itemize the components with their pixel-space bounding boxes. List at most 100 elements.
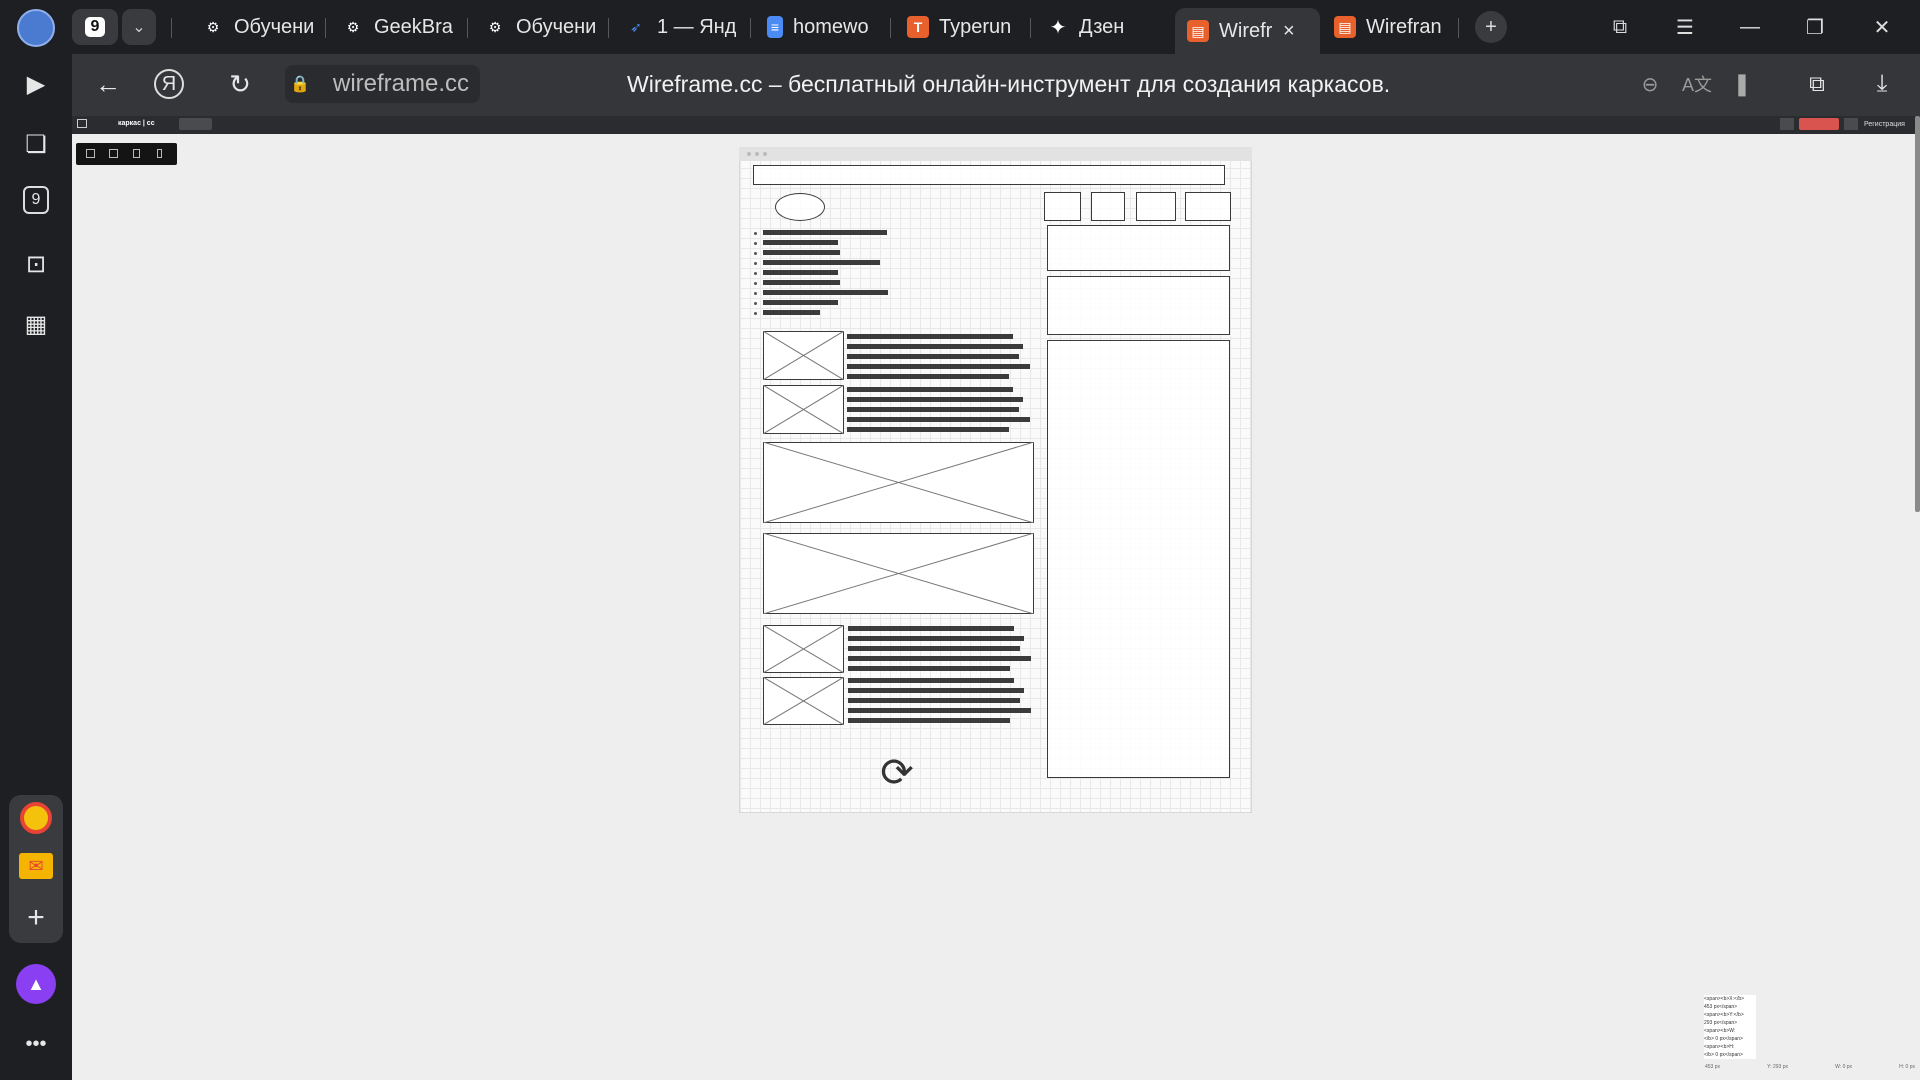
wf-sidebar-box-tall[interactable]	[1047, 340, 1230, 778]
tab-label: Wirefr	[1219, 19, 1273, 42]
collections-icon[interactable]: ❏	[18, 126, 54, 162]
close-window-icon[interactable]: ✕	[1862, 10, 1902, 44]
tab-2[interactable]: ⚙ GeekBra	[330, 8, 460, 46]
tab-label: 1 — Янд	[657, 15, 737, 38]
info-line: 293 px</span>	[1704, 1020, 1738, 1026]
info-line: <span><b>H:	[1704, 1044, 1735, 1050]
tab-label: homewo	[793, 15, 869, 38]
tab-label: GeekBra	[374, 15, 453, 38]
chevron-down-icon[interactable]: ⌄	[122, 9, 156, 45]
status-w: W: 0 px	[1835, 1064, 1853, 1070]
info-line: <span><b>X:</b>	[1704, 996, 1745, 1002]
tab-4[interactable]: ➶ 1 — Янд	[613, 8, 743, 46]
tab-count: 9	[84, 17, 106, 37]
wf-sidebar-box[interactable]	[1047, 225, 1230, 271]
yandex-feather-icon: ➶	[630, 18, 642, 35]
tab-label: Обучени	[234, 15, 315, 38]
alice-icon[interactable]: ▲	[16, 964, 56, 1004]
tab-3[interactable]: ⚙ Обучени	[472, 8, 602, 46]
wf-text-block[interactable]	[847, 387, 1032, 437]
mail-icon[interactable]: ✉	[19, 853, 53, 879]
wf-nav-box[interactable]	[1185, 192, 1231, 221]
wf-sidebar-box[interactable]	[1047, 276, 1230, 335]
status-x: 453 px	[1705, 1064, 1721, 1070]
status-y: Y: 293 px	[1767, 1064, 1789, 1070]
wf-bullet-list[interactable]	[754, 229, 894, 319]
info-line: </b> 0 px</span>	[1704, 1036, 1743, 1042]
tablet-icon[interactable]	[133, 149, 140, 158]
info-line: 453 px</span>	[1704, 1004, 1738, 1010]
new-tab-icon[interactable]: +	[1475, 11, 1507, 43]
wf-image-placeholder[interactable]	[763, 331, 844, 380]
reader-icon[interactable]: ⧉	[1797, 64, 1837, 104]
typerun-icon: T	[907, 16, 929, 38]
wf-image-placeholder[interactable]	[763, 625, 844, 673]
tab-label: Дзен	[1079, 15, 1125, 38]
phone-icon[interactable]	[157, 149, 162, 158]
openai-icon: ⚙	[206, 18, 220, 35]
media-player-icon[interactable]: ▶	[18, 66, 54, 102]
wireframe-icon: ▤	[1187, 20, 1209, 42]
screenshot-icon[interactable]: ⊡	[18, 246, 54, 282]
bookmark-icon[interactable]: ❚	[1722, 64, 1762, 104]
resize-icon[interactable]	[86, 149, 95, 158]
scrollbar[interactable]	[1915, 116, 1920, 512]
collections-icon[interactable]: ⧉	[1600, 10, 1640, 44]
info-line: <span><b>W:	[1704, 1028, 1736, 1034]
apps-grid-icon[interactable]: ▦	[18, 306, 54, 342]
translate-icon[interactable]: A文	[1677, 64, 1717, 104]
tab-1[interactable]: ⚙ Обучени	[190, 8, 320, 46]
yandex-icon[interactable]: Я	[154, 69, 184, 99]
lock-icon[interactable]: 🔒	[290, 74, 310, 94]
wf-text-block[interactable]	[848, 626, 1033, 676]
tab-8-active[interactable]: ▤ Wirefr ×	[1175, 8, 1320, 54]
reload-icon[interactable]: ↻	[220, 64, 260, 104]
undo-redo-buttons[interactable]	[179, 118, 212, 130]
profile-avatar[interactable]	[17, 9, 55, 47]
wf-image-placeholder[interactable]	[763, 677, 844, 725]
close-tab-icon[interactable]: ×	[1283, 20, 1295, 43]
tab-9[interactable]: ▤ Wirefran	[1322, 8, 1452, 46]
wf-large-image-placeholder[interactable]	[763, 533, 1034, 614]
wf-refresh-icon[interactable]: ⟳	[876, 752, 918, 794]
add-service-icon[interactable]: +	[18, 900, 54, 936]
more-icon[interactable]: •••	[18, 1026, 54, 1062]
app-logo[interactable]: каркас | сс	[118, 120, 155, 127]
desktop-icon[interactable]	[109, 149, 118, 158]
url-text[interactable]: wireframe.cc	[333, 65, 469, 103]
wf-large-image-placeholder[interactable]	[763, 442, 1034, 523]
settings-icon[interactable]	[1844, 118, 1858, 130]
tabs-count-icon[interactable]: 9	[23, 186, 49, 214]
zoom-out-icon[interactable]: ⊖	[1630, 64, 1670, 104]
restore-icon[interactable]: ❐	[1795, 10, 1835, 44]
tab-label: Wirefran	[1366, 15, 1442, 38]
menu-icon[interactable]: ☰	[1665, 10, 1705, 44]
tab-6[interactable]: T Typerun	[895, 8, 1025, 46]
openai-icon: ⚙	[488, 18, 502, 35]
wf-header-bar[interactable]	[753, 165, 1225, 185]
tab-5[interactable]: ≡ homewo	[755, 8, 885, 46]
comment-icon[interactable]	[1780, 118, 1794, 130]
wireframe-icon: ▤	[1334, 16, 1356, 38]
register-link[interactable]: Регистрация	[1864, 121, 1905, 128]
download-icon[interactable]: ⤓	[1862, 64, 1902, 104]
tab-label: Typerun	[939, 15, 1012, 38]
tab-7[interactable]: ✦ Дзен	[1035, 8, 1165, 46]
page-title: Wireframe.cc – бесплатный онлайн-инструм…	[627, 71, 1391, 97]
tab-counter-button[interactable]: 9	[72, 9, 118, 45]
back-icon[interactable]: ←	[88, 64, 128, 104]
save-button[interactable]	[1799, 118, 1839, 130]
wf-image-placeholder[interactable]	[763, 385, 844, 434]
tab-separator	[171, 18, 172, 38]
music-icon[interactable]	[20, 802, 52, 834]
minimize-icon[interactable]: —	[1730, 10, 1770, 44]
wf-text-block[interactable]	[848, 678, 1033, 728]
wf-nav-box[interactable]	[1091, 192, 1125, 221]
wf-text-block[interactable]	[847, 334, 1032, 384]
wf-nav-box[interactable]	[1044, 192, 1081, 221]
zen-star-icon: ✦	[1049, 16, 1067, 39]
wf-nav-box[interactable]	[1136, 192, 1176, 221]
wf-logo-ellipse[interactable]	[775, 193, 825, 221]
page-type-icon[interactable]	[77, 119, 87, 128]
coordinates-tooltip: <span><b>X:</b> 453 px</span> <span><b>Y…	[1704, 995, 1756, 1059]
